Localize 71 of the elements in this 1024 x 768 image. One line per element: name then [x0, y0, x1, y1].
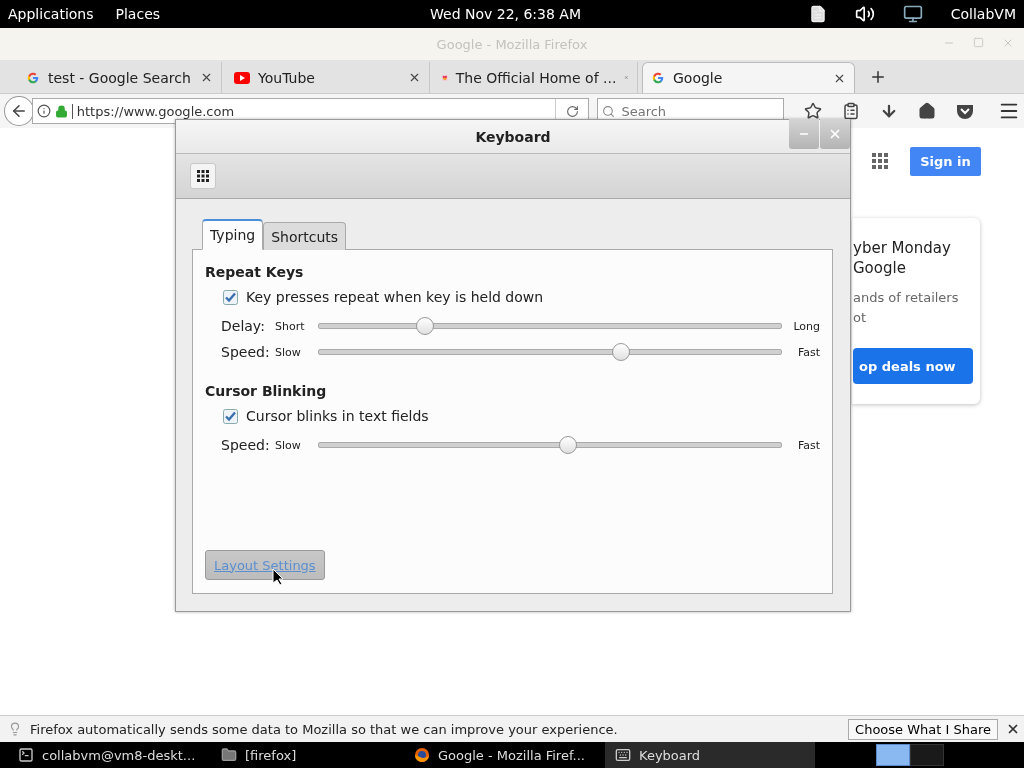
notification-text: Firefox automatically sends some data to Mozilla so that we can improve your experience. [30, 721, 619, 737]
close-icon[interactable] [1006, 722, 1020, 736]
notification-icon[interactable] [808, 5, 827, 23]
slider-min-label: Slow [275, 345, 302, 359]
lightbulb-icon [8, 722, 22, 736]
firefox-icon [414, 747, 430, 763]
folder-icon [221, 747, 237, 763]
network-icon[interactable] [902, 4, 923, 24]
clock[interactable]: Wed Nov 22, 6:38 AM [430, 6, 581, 22]
terminal-icon [18, 747, 34, 763]
sign-in-button[interactable]: Sign in [910, 147, 981, 176]
checkbox-label: Key presses repeat when key is held down [246, 289, 544, 305]
checkbox[interactable] [223, 289, 238, 305]
search-icon [602, 104, 616, 118]
keyboard-icon [615, 747, 631, 763]
bookmark-star-icon[interactable] [804, 102, 822, 120]
dialog-title: Keyboard [475, 128, 551, 145]
menu-item[interactable]: Places [115, 6, 161, 22]
checkbox-label: Cursor blinks in text fields [246, 408, 429, 424]
taskbar-item[interactable]: Keyboard [605, 742, 815, 768]
section-heading: Repeat Keys [205, 264, 305, 280]
taskbar-item[interactable]: [firefox] [205, 742, 400, 768]
apps-grid-icon[interactable] [872, 153, 888, 169]
slider-min-label: Slow [275, 438, 302, 452]
back-button[interactable] [4, 96, 34, 126]
slider-track[interactable] [318, 343, 782, 361]
info-icon[interactable] [36, 104, 51, 118]
menu-item[interactable]: Applications [8, 6, 94, 22]
slider-track[interactable] [318, 436, 782, 454]
slider-max-label: Long [792, 319, 820, 333]
slider-min-label: Short [275, 319, 306, 333]
shop-button[interactable]: op deals now [853, 348, 973, 384]
slider-thumb[interactable] [612, 343, 631, 361]
slider-label: Speed: [221, 437, 271, 453]
taskbar-item[interactable]: collabvm@vm8-deskt... [0, 742, 205, 768]
google-logo-icon [651, 71, 665, 85]
slider-max-label: Fast [796, 438, 820, 452]
slider-thumb[interactable] [416, 317, 435, 335]
download-icon[interactable] [880, 102, 898, 120]
close-icon [828, 127, 842, 141]
promo-text: ands of retailers ot [853, 289, 960, 327]
tab[interactable]: Shortcuts [263, 222, 347, 250]
checkbox[interactable] [223, 408, 238, 424]
url-field[interactable]: https://www.google.com [71, 103, 552, 119]
taskbar-item[interactable]: Google - Mozilla Firef... [400, 742, 605, 768]
reading-list-icon[interactable] [842, 102, 860, 120]
close-icon[interactable] [200, 71, 213, 84]
slider-max-label: Fast [796, 345, 820, 359]
pocket-icon[interactable] [956, 103, 974, 119]
play-logo-icon [234, 71, 250, 84]
user-name[interactable]: CollabVM [950, 6, 1016, 22]
promo-title: yber Monday [853, 238, 952, 258]
grid-icon [197, 170, 209, 182]
choose-button[interactable]: Choose What I Share [848, 718, 998, 740]
close-icon[interactable] [408, 71, 421, 84]
slider-label: Delay: [221, 318, 266, 334]
promo-title: Google [853, 258, 907, 278]
home-icon[interactable] [918, 102, 936, 120]
new-tab-icon[interactable] [869, 68, 887, 86]
reload-icon [565, 104, 579, 118]
volume-icon[interactable] [854, 4, 875, 24]
slider-label: Speed: [221, 344, 271, 360]
section-heading: Cursor Blinking [205, 383, 328, 399]
tab[interactable]: Typing [202, 219, 264, 250]
search-input[interactable]: Search [619, 102, 774, 120]
grid-button[interactable] [190, 163, 216, 189]
google-logo-icon [26, 70, 40, 85]
browser-tab[interactable]: Google [642, 62, 855, 93]
slider-track[interactable] [318, 317, 782, 335]
lock-icon [54, 104, 68, 118]
slider-thumb[interactable] [558, 436, 577, 454]
